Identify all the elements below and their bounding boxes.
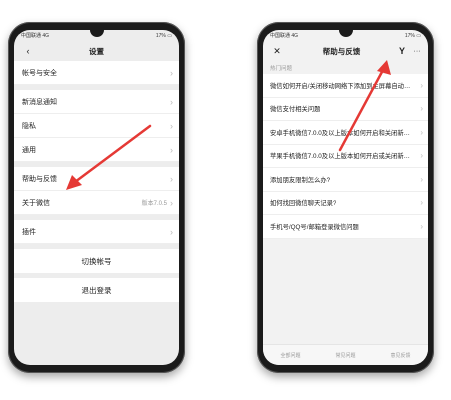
question-item[interactable]: 微信支付相关问题 › xyxy=(263,97,428,121)
version-value: 版本7.0.5 xyxy=(141,201,167,207)
question-text: 如何找回微信聊天记录? xyxy=(270,200,337,208)
settings-item-label: 隐私 xyxy=(22,122,36,130)
chevron-right-icon: › xyxy=(170,173,173,184)
tab-all-questions[interactable]: 全部问题 xyxy=(280,352,300,359)
tab-common-questions[interactable]: 常见问题 xyxy=(335,352,355,359)
chevron-right-icon: › xyxy=(170,96,173,107)
settings-screen: 中国联通 4G 17% ▭ ‹ 设置 帐号与安全 › 新消息通知 › 隐私 › xyxy=(14,30,179,365)
nav-bar: ✕ 帮助与反馈 Y ··· xyxy=(263,41,428,61)
tab-feedback[interactable]: 意见反馈 xyxy=(390,352,410,359)
chevron-right-icon: › xyxy=(420,104,423,114)
settings-item-label: 帐号与安全 xyxy=(22,69,57,77)
chevron-right-icon: › xyxy=(170,197,173,208)
question-item[interactable]: 添加朋友限制怎么办? › xyxy=(263,168,428,192)
status-carrier: 中国联通 4G xyxy=(21,33,50,39)
chevron-right-icon: › xyxy=(420,80,423,90)
settings-group-plugins: 插件 › xyxy=(14,220,179,244)
chevron-right-icon: › xyxy=(420,151,423,161)
question-item[interactable]: 如何找回微信聊天记录? › xyxy=(263,191,428,215)
chevron-right-icon: › xyxy=(170,144,173,155)
settings-item-label: 关于微信 xyxy=(22,199,50,207)
status-battery: 17% ▭ xyxy=(404,32,421,39)
page-title: 帮助与反馈 xyxy=(322,46,361,56)
settings-item-about[interactable]: 关于微信 版本7.0.5 › xyxy=(14,191,179,215)
question-text: 手机号/QQ号/邮箱登录微信问题 xyxy=(270,223,359,231)
question-item[interactable]: 手机号/QQ号/邮箱登录微信问题 › xyxy=(263,215,428,239)
more-icon[interactable]: ··· xyxy=(412,48,422,55)
back-icon[interactable]: ‹ xyxy=(20,46,36,56)
status-carrier: 中国联通 4G xyxy=(270,33,299,39)
settings-item-plugins[interactable]: 插件 › xyxy=(14,220,179,244)
question-list: 微信如何开启/关闭移动网络下添加到主屏幕自动播放 › 微信支付相关问题 › 安卓… xyxy=(263,74,428,239)
settings-item-label: 新消息通知 xyxy=(22,98,57,106)
section-title-hot-questions: 热门问题 xyxy=(263,61,428,74)
settings-item-label: 插件 xyxy=(22,228,36,236)
chevron-right-icon: › xyxy=(170,120,173,131)
help-feedback-screen: 中国联通 4G 17% ▭ ✕ 帮助与反馈 Y ··· 热门问题 微信如何开启/… xyxy=(263,30,428,365)
logout-button[interactable]: 退出登录 xyxy=(14,278,179,302)
chevron-right-icon: › xyxy=(420,221,423,231)
settings-item-privacy[interactable]: 隐私 › xyxy=(14,114,179,138)
chevron-right-icon: › xyxy=(170,226,173,237)
question-text: 添加朋友限制怎么办? xyxy=(270,176,331,184)
page-title: 设置 xyxy=(89,46,104,56)
settings-item-account-security[interactable]: 帐号与安全 › xyxy=(14,61,179,85)
settings-group-general: 新消息通知 › 隐私 › 通用 › xyxy=(14,90,179,162)
settings-item-notifications[interactable]: 新消息通知 › xyxy=(14,90,179,114)
nav-bar: ‹ 设置 xyxy=(14,41,179,61)
question-item[interactable]: 安卓手机微信7.0.0及以上版本如何开启和关闭新消息通知 › xyxy=(263,121,428,145)
chevron-right-icon: › xyxy=(170,67,173,78)
settings-item-label: 通用 xyxy=(22,146,36,154)
settings-item-help-feedback[interactable]: 帮助与反馈 › xyxy=(14,167,179,191)
question-item[interactable]: 苹果手机微信7.0.0及以上版本如何开启或关闭新消息通知? › xyxy=(263,144,428,168)
left-phone: 中国联通 4G 17% ▭ ‹ 设置 帐号与安全 › 新消息通知 › 隐私 › xyxy=(8,22,185,373)
settings-item-general[interactable]: 通用 › xyxy=(14,138,179,162)
question-item[interactable]: 微信如何开启/关闭移动网络下添加到主屏幕自动播放 › xyxy=(263,74,428,98)
settings-item-label: 帮助与反馈 xyxy=(22,175,57,183)
switch-account-button[interactable]: 切换帐号 xyxy=(14,249,179,273)
settings-group-account: 帐号与安全 › xyxy=(14,61,179,85)
right-phone: 中国联通 4G 17% ▭ ✕ 帮助与反馈 Y ··· 热门问题 微信如何开启/… xyxy=(257,22,434,373)
settings-group-help: 帮助与反馈 › 关于微信 版本7.0.5 › xyxy=(14,167,179,215)
bottom-tab-bar: 全部问题 常见问题 意见反馈 xyxy=(263,344,428,365)
close-icon[interactable]: ✕ xyxy=(269,46,285,57)
feedback-icon[interactable]: Y xyxy=(398,46,406,56)
chevron-right-icon: › xyxy=(420,198,423,208)
chevron-right-icon: › xyxy=(420,174,423,184)
question-text: 微信如何开启/关闭移动网络下添加到主屏幕自动播放 xyxy=(270,82,416,90)
question-text: 苹果手机微信7.0.0及以上版本如何开启或关闭新消息通知? xyxy=(270,153,416,161)
chevron-right-icon: › xyxy=(420,127,423,137)
question-text: 安卓手机微信7.0.0及以上版本如何开启和关闭新消息通知 xyxy=(270,129,416,137)
question-text: 微信支付相关问题 xyxy=(270,106,321,114)
status-battery: 17% ▭ xyxy=(155,32,172,39)
